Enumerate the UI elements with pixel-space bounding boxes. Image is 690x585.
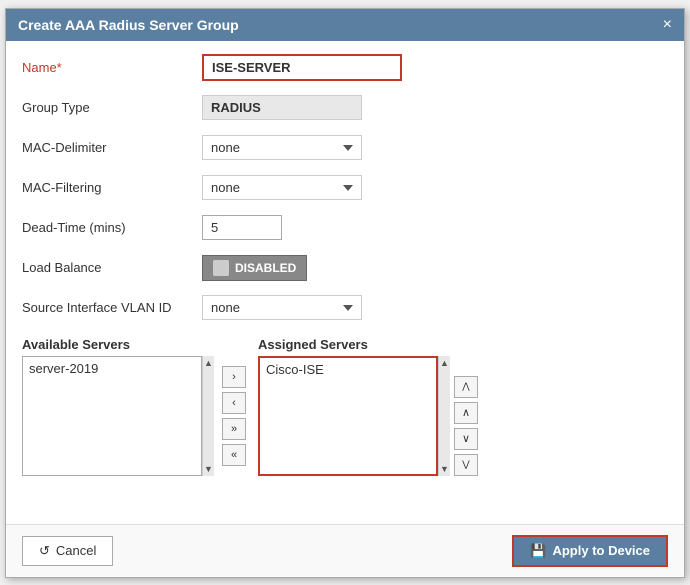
cancel-button[interactable]: ↺ Cancel xyxy=(22,536,113,566)
available-scrollbar: ▲ ▼ xyxy=(202,356,214,476)
move-all-right-button[interactable]: » xyxy=(222,418,246,440)
available-servers-list-wrapper: server-2019 ▲ ▼ xyxy=(22,356,214,476)
name-label: Name* xyxy=(22,60,202,75)
group-type-value: RADIUS xyxy=(202,95,362,120)
name-input[interactable] xyxy=(202,54,402,81)
scroll-up-icon[interactable]: ▲ xyxy=(438,356,451,370)
available-servers-panel: Available Servers server-2019 ▲ ▼ xyxy=(22,337,214,476)
mac-filtering-select[interactable]: none xyxy=(202,175,362,200)
move-bottom-button[interactable]: ⋁ xyxy=(454,454,478,476)
source-vlan-select[interactable]: none xyxy=(202,295,362,320)
assigned-scrollbar: ▲ ▼ xyxy=(438,356,450,476)
assigned-servers-wrapper: Assigned Servers Cisco-ISE ▲ ▼ ⋀ xyxy=(254,337,478,476)
assigned-servers-list-wrapper: Cisco-ISE ▲ ▼ xyxy=(258,356,450,476)
cancel-label: Cancel xyxy=(56,543,96,558)
list-item[interactable]: server-2019 xyxy=(25,359,199,378)
dead-time-label: Dead-Time (mins) xyxy=(22,220,202,235)
close-button[interactable]: × xyxy=(663,17,672,33)
dead-time-input[interactable] xyxy=(202,215,282,240)
available-servers-title: Available Servers xyxy=(22,337,214,352)
save-icon: 💾 xyxy=(530,543,546,559)
assigned-servers-row: Cisco-ISE ▲ ▼ ⋀ ∧ ∨ ⋁ xyxy=(254,356,478,476)
load-balance-row: Load Balance DISABLED xyxy=(22,253,668,283)
dialog-footer: ↺ Cancel 💾 Apply to Device xyxy=(6,524,684,577)
assigned-servers-list[interactable]: Cisco-ISE xyxy=(258,356,438,476)
toggle-indicator xyxy=(213,260,229,276)
toggle-label: DISABLED xyxy=(235,261,296,275)
create-aaa-dialog: Create AAA Radius Server Group × Name* G… xyxy=(5,8,685,578)
name-row: Name* xyxy=(22,53,668,83)
servers-section: Available Servers server-2019 ▲ ▼ › ‹ » … xyxy=(22,337,668,476)
cancel-icon: ↺ xyxy=(39,543,50,559)
mac-delimiter-row: MAC-Delimiter none xyxy=(22,133,668,163)
group-type-row: Group Type RADIUS xyxy=(22,93,668,123)
mac-filtering-label: MAC-Filtering xyxy=(22,180,202,195)
move-left-button[interactable]: ‹ xyxy=(222,392,246,414)
move-all-left-button[interactable]: « xyxy=(222,444,246,466)
mac-filtering-row: MAC-Filtering none xyxy=(22,173,668,203)
assigned-servers-title: Assigned Servers xyxy=(258,337,478,352)
move-right-button[interactable]: › xyxy=(222,366,246,388)
order-arrows: ⋀ ∧ ∨ ⋁ xyxy=(450,376,478,476)
mac-delimiter-select[interactable]: none xyxy=(202,135,362,160)
load-balance-label: Load Balance xyxy=(22,260,202,275)
dialog-header: Create AAA Radius Server Group × xyxy=(6,9,684,41)
source-vlan-label: Source Interface VLAN ID xyxy=(22,300,202,315)
dead-time-row: Dead-Time (mins) xyxy=(22,213,668,243)
dialog-body: Name* Group Type RADIUS MAC-Delimiter no… xyxy=(6,41,684,524)
move-down-button[interactable]: ∨ xyxy=(454,428,478,450)
apply-to-device-button[interactable]: 💾 Apply to Device xyxy=(512,535,668,567)
dialog-title: Create AAA Radius Server Group xyxy=(18,17,239,33)
apply-label: Apply to Device xyxy=(552,543,650,558)
list-item[interactable]: Cisco-ISE xyxy=(262,360,434,379)
available-servers-list[interactable]: server-2019 xyxy=(22,356,202,476)
move-top-button[interactable]: ⋀ xyxy=(454,376,478,398)
load-balance-toggle[interactable]: DISABLED xyxy=(202,255,307,281)
mac-delimiter-label: MAC-Delimiter xyxy=(22,140,202,155)
transfer-arrows: › ‹ » « xyxy=(214,357,254,476)
group-type-label: Group Type xyxy=(22,100,202,115)
source-vlan-row: Source Interface VLAN ID none xyxy=(22,293,668,323)
move-up-button[interactable]: ∧ xyxy=(454,402,478,424)
